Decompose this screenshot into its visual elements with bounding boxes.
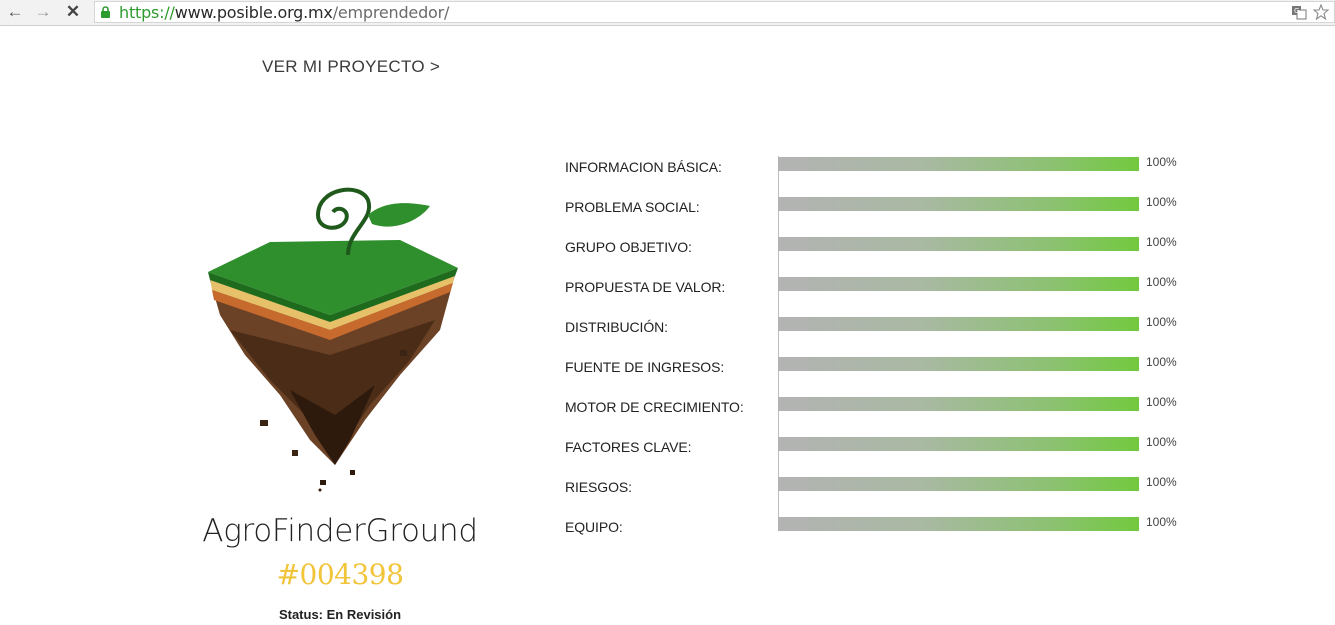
- stop-loading-icon[interactable]: ✕: [63, 3, 83, 21]
- progress-bar: [778, 437, 1139, 451]
- back-arrow-icon[interactable]: ←: [5, 3, 25, 21]
- progress-list: INFORMACION BÁSICA: 100% PROBLEMA SOCIAL…: [565, 151, 1205, 551]
- progress-row: PROPUESTA DE VALOR: 100%: [565, 271, 1205, 311]
- progress-row: INFORMACION BÁSICA: 100%: [565, 151, 1205, 191]
- progress-bar: [778, 477, 1139, 491]
- progress-label: MOTOR DE CRECIMIENTO:: [565, 399, 744, 415]
- url-text: https://www.posible.org.mx/emprendedor/: [119, 3, 450, 22]
- translate-icon[interactable]: G: [1291, 4, 1307, 20]
- progress-percent: 100%: [1146, 155, 1177, 169]
- progress-label: RIESGOS:: [565, 479, 632, 495]
- progress-bar: [778, 157, 1139, 171]
- progress-label: GRUPO OBJETIVO:: [565, 239, 692, 255]
- progress-bar: [778, 197, 1139, 211]
- browser-toolbar: ← → ✕ https://www.posible.org.mx/emprend…: [0, 0, 1335, 26]
- forward-arrow-icon[interactable]: →: [33, 3, 53, 21]
- project-name: AgroFinderGround: [202, 513, 478, 549]
- progress-percent: 100%: [1146, 515, 1177, 529]
- progress-bar: [778, 357, 1139, 371]
- progress-label: PROPUESTA DE VALOR:: [565, 279, 726, 295]
- bookmark-star-icon[interactable]: [1313, 4, 1329, 20]
- progress-percent: 100%: [1146, 435, 1177, 449]
- progress-row: PROBLEMA SOCIAL: 100%: [565, 191, 1205, 231]
- progress-percent: 100%: [1146, 355, 1177, 369]
- progress-bar: [778, 397, 1139, 411]
- svg-text:G: G: [1294, 7, 1299, 15]
- project-id: #004398: [276, 558, 404, 591]
- progress-row: MOTOR DE CRECIMIENTO: 100%: [565, 391, 1205, 431]
- progress-row: RIESGOS: 100%: [565, 471, 1205, 511]
- progress-label: FUENTE DE INGRESOS:: [565, 359, 725, 375]
- progress-label: DISTRIBUCIÓN:: [565, 319, 668, 335]
- progress-bar: [778, 517, 1139, 531]
- floating-island-logo: [208, 187, 458, 492]
- progress-bar: [778, 277, 1139, 291]
- progress-label: EQUIPO:: [565, 519, 623, 535]
- progress-row: EQUIPO: 100%: [565, 511, 1205, 551]
- progress-percent: 100%: [1146, 395, 1177, 409]
- progress-label: FACTORES CLAVE:: [565, 439, 692, 455]
- progress-label: PROBLEMA SOCIAL:: [565, 199, 700, 215]
- progress-percent: 100%: [1146, 315, 1177, 329]
- progress-row: GRUPO OBJETIVO: 100%: [565, 231, 1205, 271]
- progress-percent: 100%: [1146, 235, 1177, 249]
- project-status: Status: En Revisión: [278, 607, 402, 622]
- progress-row: FUENTE DE INGRESOS: 100%: [565, 351, 1205, 391]
- progress-label: INFORMACION BÁSICA:: [565, 159, 722, 175]
- view-project-link[interactable]: VER MI PROYECTO >: [262, 57, 440, 77]
- progress-row: FACTORES CLAVE: 100%: [565, 431, 1205, 471]
- progress-percent: 100%: [1146, 195, 1177, 209]
- progress-percent: 100%: [1146, 475, 1177, 489]
- progress-row: DISTRIBUCIÓN: 100%: [565, 311, 1205, 351]
- progress-percent: 100%: [1146, 275, 1177, 289]
- progress-bar: [778, 237, 1139, 251]
- progress-bar: [778, 317, 1139, 331]
- lock-icon: [101, 6, 110, 18]
- address-bar[interactable]: https://www.posible.org.mx/emprendedor/ …: [94, 1, 1335, 23]
